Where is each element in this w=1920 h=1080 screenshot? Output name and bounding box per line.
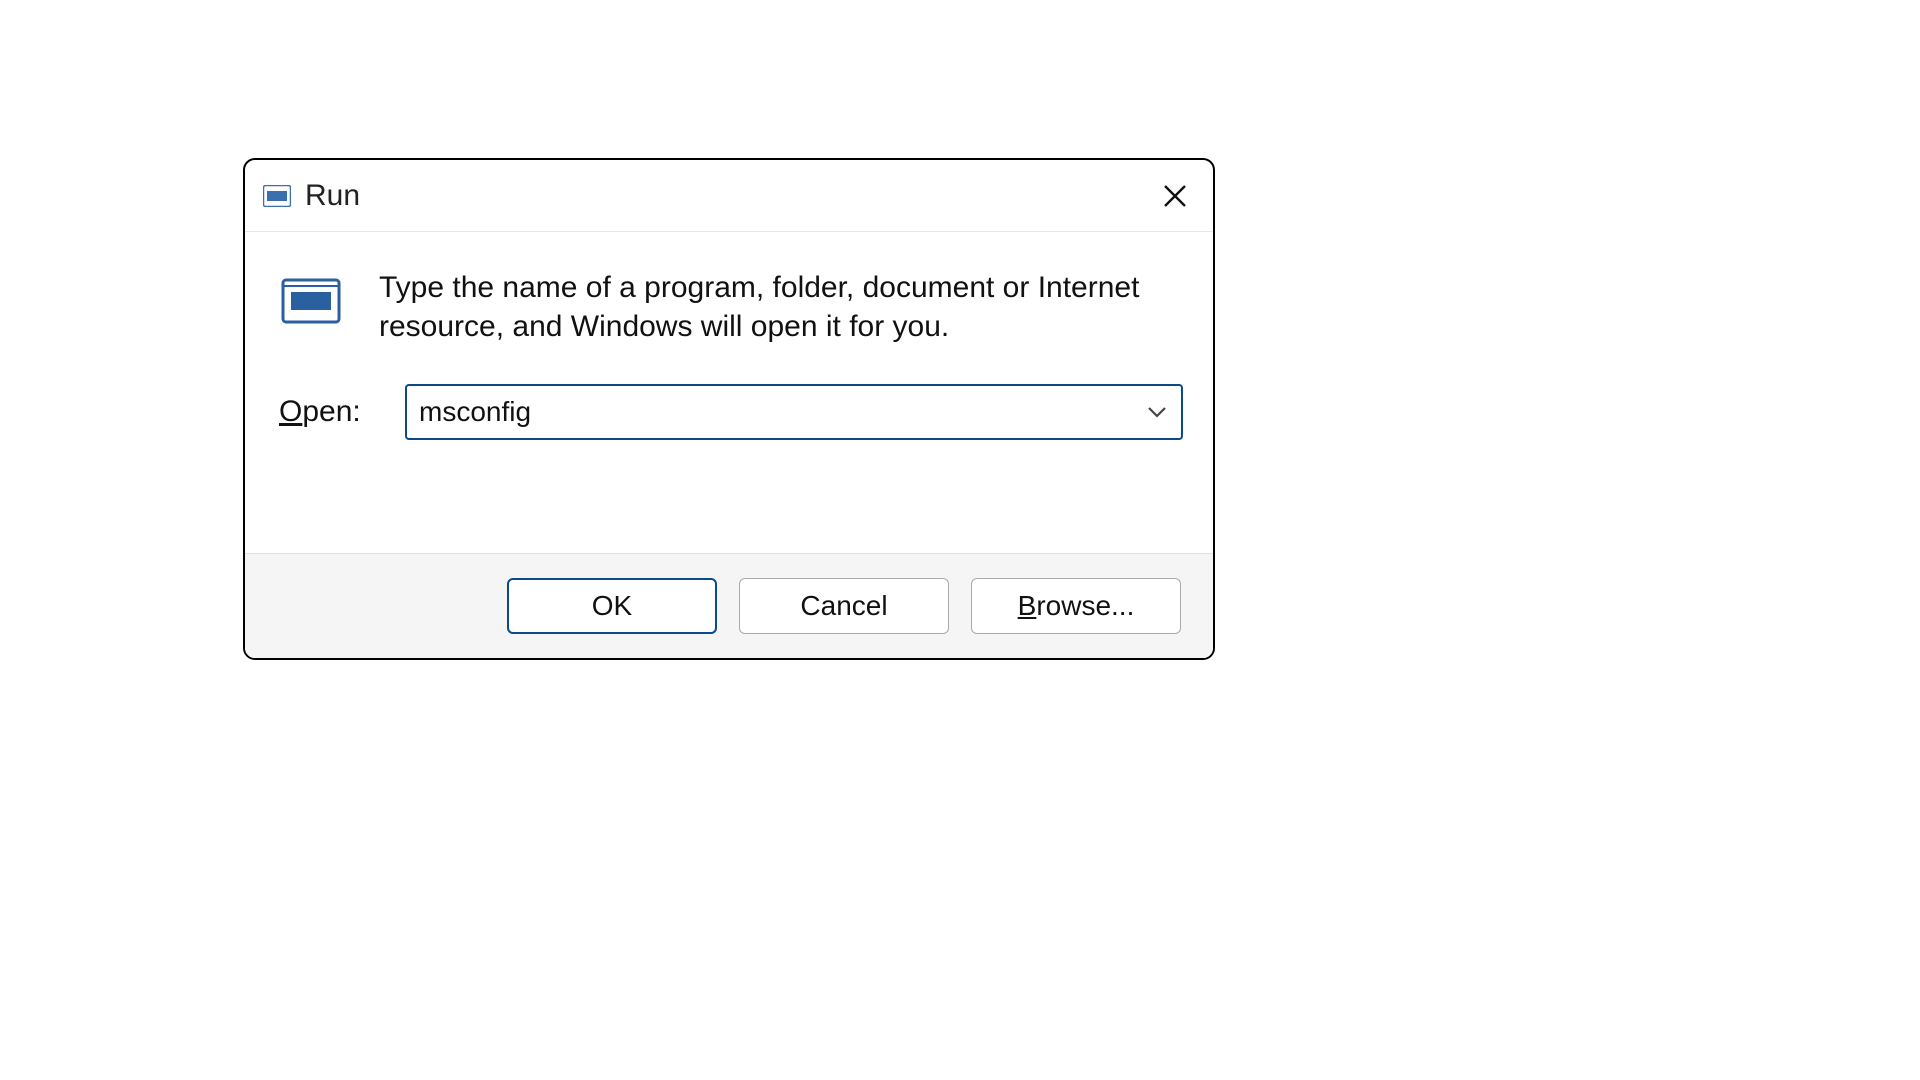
description-text: Type the name of a program, folder, docu… [379,268,1183,346]
chevron-down-icon [1147,405,1167,419]
run-dialog: Run Type the name of a program, folder, … [243,158,1215,660]
close-button[interactable] [1145,166,1205,226]
dropdown-button[interactable] [1145,400,1169,424]
run-icon-large [279,274,343,330]
window-title: Run [305,179,360,213]
button-bar: OK Cancel Browse... [245,553,1213,658]
dialog-content: Type the name of a program, folder, docu… [245,232,1213,553]
open-combobox[interactable] [405,384,1183,440]
titlebar: Run [245,160,1213,232]
cancel-button[interactable]: Cancel [739,578,949,634]
close-icon [1161,182,1189,210]
titlebar-left: Run [263,179,360,213]
ok-button[interactable]: OK [507,578,717,634]
browse-button[interactable]: Browse... [971,578,1181,634]
run-icon [263,185,291,207]
description-row: Type the name of a program, folder, docu… [275,268,1183,346]
open-input[interactable] [419,396,1145,428]
open-label: Open: [279,395,369,429]
input-row: Open: [275,384,1183,440]
